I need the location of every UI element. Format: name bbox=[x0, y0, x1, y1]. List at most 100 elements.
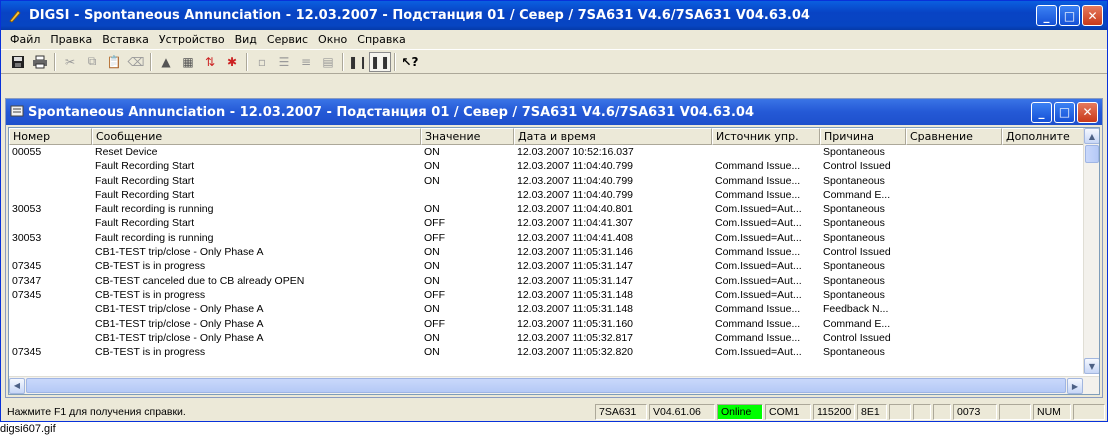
status-port: COM1 bbox=[765, 404, 811, 420]
table-row[interactable]: Fault Recording Start ON 12.03.2007 11:04:… bbox=[9, 159, 1085, 173]
table-row[interactable]: 00055 Reset Device ON 12.03.2007 10:52:16.0… bbox=[9, 145, 1085, 159]
column-header-cause[interactable]: Причина bbox=[820, 128, 906, 145]
cell-datetime: 12.03.2007 11:05:31.160 bbox=[517, 317, 633, 330]
table-row[interactable]: 07345 CB-TEST is in progress ON 12.03.2007 … bbox=[9, 345, 1085, 359]
horizontal-scrollbar[interactable]: ◀ ▶ bbox=[9, 376, 1099, 394]
toolbar-separator bbox=[246, 52, 248, 71]
cell-message: Fault Recording Start bbox=[95, 188, 195, 201]
cell-datetime: 12.03.2007 11:04:40.799 bbox=[517, 174, 633, 187]
menu-help[interactable]: Справка bbox=[352, 33, 410, 46]
table-row[interactable]: CB1-TEST trip/close - Only Phase A ON 12.0… bbox=[9, 245, 1085, 259]
cell-additional bbox=[1002, 331, 1085, 345]
menu-insert[interactable]: Вставка bbox=[97, 33, 154, 46]
cell-additional bbox=[1002, 302, 1085, 316]
cell-cause: Spontaneous bbox=[823, 260, 885, 273]
vertical-scrollbar[interactable]: ▲ ▼ bbox=[1083, 128, 1099, 374]
column-header-datetime[interactable]: Дата и время bbox=[514, 128, 712, 145]
cell-message: CB-TEST is in progress bbox=[95, 260, 206, 273]
table-row[interactable]: 30053 Fault recording is running OFF 12.03.… bbox=[9, 231, 1085, 245]
cell-value: OFF bbox=[424, 217, 445, 230]
scroll-up-button[interactable]: ▲ bbox=[1084, 128, 1099, 144]
cell-datetime: 12.03.2007 11:05:32.820 bbox=[517, 346, 633, 359]
title-bar[interactable]: DIGSI - Spontaneous Annunciation - 12.03… bbox=[1, 1, 1107, 30]
cell-message: CB1-TEST trip/close - Only Phase A bbox=[95, 303, 264, 316]
paste-icon[interactable]: 📋 bbox=[103, 52, 125, 72]
child-maximize-button[interactable]: □ bbox=[1054, 101, 1075, 123]
child-close-button[interactable]: ✕ bbox=[1077, 101, 1098, 123]
table-row[interactable]: CB1-TEST trip/close - Only Phase A ON 12.0… bbox=[9, 302, 1085, 316]
horizontal-scroll-thumb[interactable] bbox=[26, 378, 1066, 393]
table-row[interactable]: 07345 CB-TEST is in progress OFF 12.03.2007… bbox=[9, 288, 1085, 302]
cell-additional bbox=[1002, 231, 1085, 245]
menu-file[interactable]: Файл bbox=[5, 33, 45, 46]
table-row[interactable]: 07345 CB-TEST is in progress ON 12.03.2007 … bbox=[9, 259, 1085, 273]
cell-source: Com.Issued=Aut... bbox=[715, 288, 802, 301]
status-version: V04.61.06 bbox=[649, 404, 715, 420]
cell-cause: Feedback N... bbox=[823, 303, 889, 316]
table-row[interactable]: Fault Recording Start OFF 12.03.2007 11:04… bbox=[9, 216, 1085, 230]
close-button[interactable]: ✕ bbox=[1082, 5, 1103, 26]
column-header-source[interactable]: Источник упр. bbox=[712, 128, 820, 145]
cell-value: ON bbox=[424, 274, 440, 287]
cell-message: Fault recording is running bbox=[95, 231, 214, 244]
save-icon[interactable] bbox=[7, 52, 29, 72]
column-header-value[interactable]: Значение bbox=[421, 128, 514, 145]
column-header-number[interactable]: Номер bbox=[9, 128, 92, 145]
table-row[interactable]: 30053 Fault recording is running ON 12.03.2… bbox=[9, 202, 1085, 216]
cell-cause: Control Issued bbox=[823, 331, 891, 344]
menu-service[interactable]: Сервис bbox=[262, 33, 313, 46]
properties-icon[interactable]: ▦ bbox=[177, 52, 199, 72]
cell-additional bbox=[1002, 345, 1085, 359]
child-minimize-button[interactable]: _ bbox=[1031, 101, 1052, 123]
sort-icon[interactable]: ⇅ bbox=[199, 52, 221, 72]
menu-window[interactable]: Окно bbox=[313, 33, 352, 46]
table-row[interactable]: 07347 CB-TEST canceled due to CB already … bbox=[9, 274, 1085, 288]
menu-edit[interactable]: Правка bbox=[45, 33, 97, 46]
table-row[interactable]: CB1-TEST trip/close - Only Phase A OFF 12.… bbox=[9, 317, 1085, 331]
child-title-bar[interactable]: Spontaneous Annunciation - 12.03.2007 - … bbox=[6, 99, 1102, 125]
vertical-scroll-thumb[interactable] bbox=[1085, 145, 1099, 163]
menu-device[interactable]: Устройство bbox=[154, 33, 230, 46]
cell-comparison bbox=[906, 202, 1002, 216]
cell-comparison bbox=[906, 345, 1002, 359]
table-icon[interactable]: ▤ bbox=[317, 52, 339, 72]
table-body: 00055 Reset Device ON 12.03.2007 10:52:16.0… bbox=[9, 145, 1085, 374]
list-icon[interactable]: ☰ bbox=[273, 52, 295, 72]
filter-icon[interactable]: ✱ bbox=[221, 52, 243, 72]
cell-additional bbox=[1002, 259, 1085, 273]
minimize-icon: _ bbox=[1038, 105, 1045, 119]
scroll-left-button[interactable]: ◀ bbox=[9, 377, 25, 394]
delete-icon[interactable]: ⌫ bbox=[125, 52, 147, 72]
cell-source: Command Issue... bbox=[715, 303, 801, 316]
cell-additional bbox=[1002, 159, 1085, 173]
maximize-button[interactable]: □ bbox=[1059, 5, 1080, 26]
cell-additional bbox=[1002, 202, 1085, 216]
print-icon[interactable] bbox=[29, 52, 51, 72]
arrow-up-icon: ▲ bbox=[1088, 131, 1096, 141]
scroll-down-button[interactable]: ▼ bbox=[1084, 358, 1099, 374]
arrow-right-icon: ▶ bbox=[1071, 381, 1079, 391]
copy-icon[interactable]: ⧉ bbox=[81, 52, 103, 72]
menu-view[interactable]: Вид bbox=[230, 33, 262, 46]
table-row[interactable]: CB1-TEST trip/close - Only Phase A ON 12.0… bbox=[9, 331, 1085, 345]
cell-additional bbox=[1002, 216, 1085, 230]
column-header-additional[interactable]: Дополните bbox=[1002, 128, 1085, 145]
details-icon[interactable]: ≡ bbox=[295, 52, 317, 72]
table-row[interactable]: Fault Recording Start 12.03.2007 11:04:40… bbox=[9, 188, 1085, 202]
offline-icon[interactable]: ❚❚ bbox=[369, 51, 391, 72]
column-header-comparison[interactable]: Сравнение bbox=[906, 128, 1002, 145]
small-icons-icon[interactable]: ▫ bbox=[251, 52, 273, 72]
minimize-button[interactable]: _ bbox=[1036, 5, 1057, 26]
online-icon[interactable]: ❚❙ bbox=[347, 52, 369, 72]
status-numlock: NUM bbox=[1033, 404, 1071, 420]
cell-value: ON bbox=[424, 303, 440, 316]
column-header-message[interactable]: Сообщение bbox=[92, 128, 421, 145]
table-row[interactable]: Fault Recording Start ON 12.03.2007 11:04:… bbox=[9, 174, 1085, 188]
cell-value bbox=[421, 188, 514, 202]
scroll-right-button[interactable]: ▶ bbox=[1067, 378, 1083, 394]
help-pointer-icon[interactable]: ↖? bbox=[399, 52, 421, 72]
insert-icon[interactable]: ▲ bbox=[155, 52, 177, 72]
toolbar-separator bbox=[150, 52, 152, 71]
cell-cause: Spontaneous bbox=[823, 146, 885, 158]
cut-icon[interactable]: ✂ bbox=[59, 52, 81, 72]
